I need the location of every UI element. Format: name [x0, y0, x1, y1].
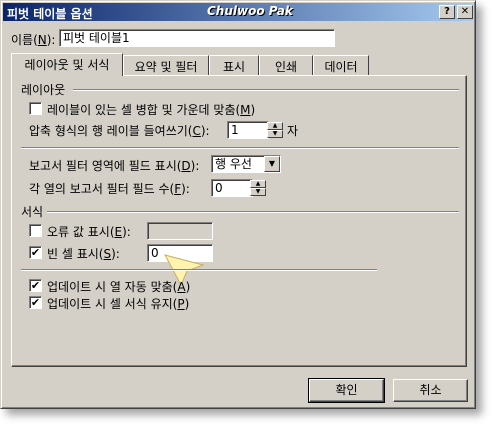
options-separator: [21, 269, 377, 271]
dialog-title: 피벗 테이블 옵션: [7, 7, 93, 21]
spin-up-icon[interactable]: ▲: [250, 180, 266, 188]
report-filter-fields-spinner[interactable]: ▲ ▼: [250, 180, 266, 196]
name-label: 이름(N):: [11, 33, 56, 47]
preserve-format-checkbox[interactable]: ✔: [29, 296, 42, 309]
format-heading: 서식: [21, 205, 44, 219]
tab-data[interactable]: 데이터: [313, 55, 369, 75]
indent-label: 압축 형식의 행 레이블 들여쓰기(C):: [29, 124, 210, 138]
preserve-format-label: 업데이트 시 셀 서식 유지(P): [47, 297, 190, 311]
report-filter-area-label: 보고서 필터 영역에 필드 표시(D):: [29, 159, 200, 173]
indent-unit: 자: [287, 124, 299, 138]
section-separator: [21, 147, 459, 149]
autofit-checkbox[interactable]: ✔: [29, 279, 42, 292]
name-input[interactable]: 피벗 테이블1: [59, 29, 335, 47]
empty-cells-label: 빈 셀 표시(S):: [47, 247, 120, 261]
chevron-down-icon[interactable]: ▼: [264, 156, 280, 172]
layout-heading: 레이아웃: [21, 83, 66, 97]
empty-cells-checkbox[interactable]: ✔: [29, 246, 42, 259]
error-values-label: 오류 값 표시(E):: [47, 225, 131, 239]
autofit-label: 업데이트 시 열 자동 맞춤(A): [47, 280, 191, 294]
error-values-input[interactable]: [147, 222, 213, 240]
error-values-checkbox[interactable]: [29, 224, 42, 237]
tab-layout-format[interactable]: 레이아웃 및 서식: [11, 53, 123, 76]
merge-center-label: 레이블이 있는 셀 병합 및 가운데 맞춤(M): [47, 103, 256, 117]
format-separator: [47, 211, 459, 213]
indent-input[interactable]: 1: [227, 121, 269, 139]
tab-display[interactable]: 표시: [209, 55, 259, 75]
tab-print[interactable]: 인쇄: [259, 55, 313, 75]
cancel-button[interactable]: 취소: [393, 379, 468, 402]
report-filter-fields-input[interactable]: 0: [211, 179, 253, 197]
title-bar[interactable]: 피벗 테이블 옵션 Chulwoo Pak ? ✕: [3, 3, 473, 21]
ok-button[interactable]: 확인: [308, 378, 385, 403]
spin-down-icon[interactable]: ▼: [267, 130, 283, 138]
close-button[interactable]: ✕: [457, 5, 473, 19]
spin-down-icon[interactable]: ▼: [250, 188, 266, 196]
layout-separator: [73, 89, 459, 91]
tab-summary-filter[interactable]: 요약 및 필터: [123, 55, 209, 75]
indent-spinner[interactable]: ▲ ▼: [267, 122, 283, 138]
spin-up-icon[interactable]: ▲: [267, 122, 283, 130]
help-button[interactable]: ?: [439, 5, 455, 19]
pivot-options-dialog: 피벗 테이블 옵션 Chulwoo Pak ? ✕ 이름(N): 피벗 테이블1…: [0, 0, 476, 409]
merge-center-checkbox[interactable]: [29, 102, 42, 115]
report-filter-fields-label: 각 열의 보고서 필터 필드 수(F):: [29, 182, 190, 196]
tab-panel: [11, 75, 467, 367]
watermark-text: Chulwoo Pak: [207, 4, 293, 18]
